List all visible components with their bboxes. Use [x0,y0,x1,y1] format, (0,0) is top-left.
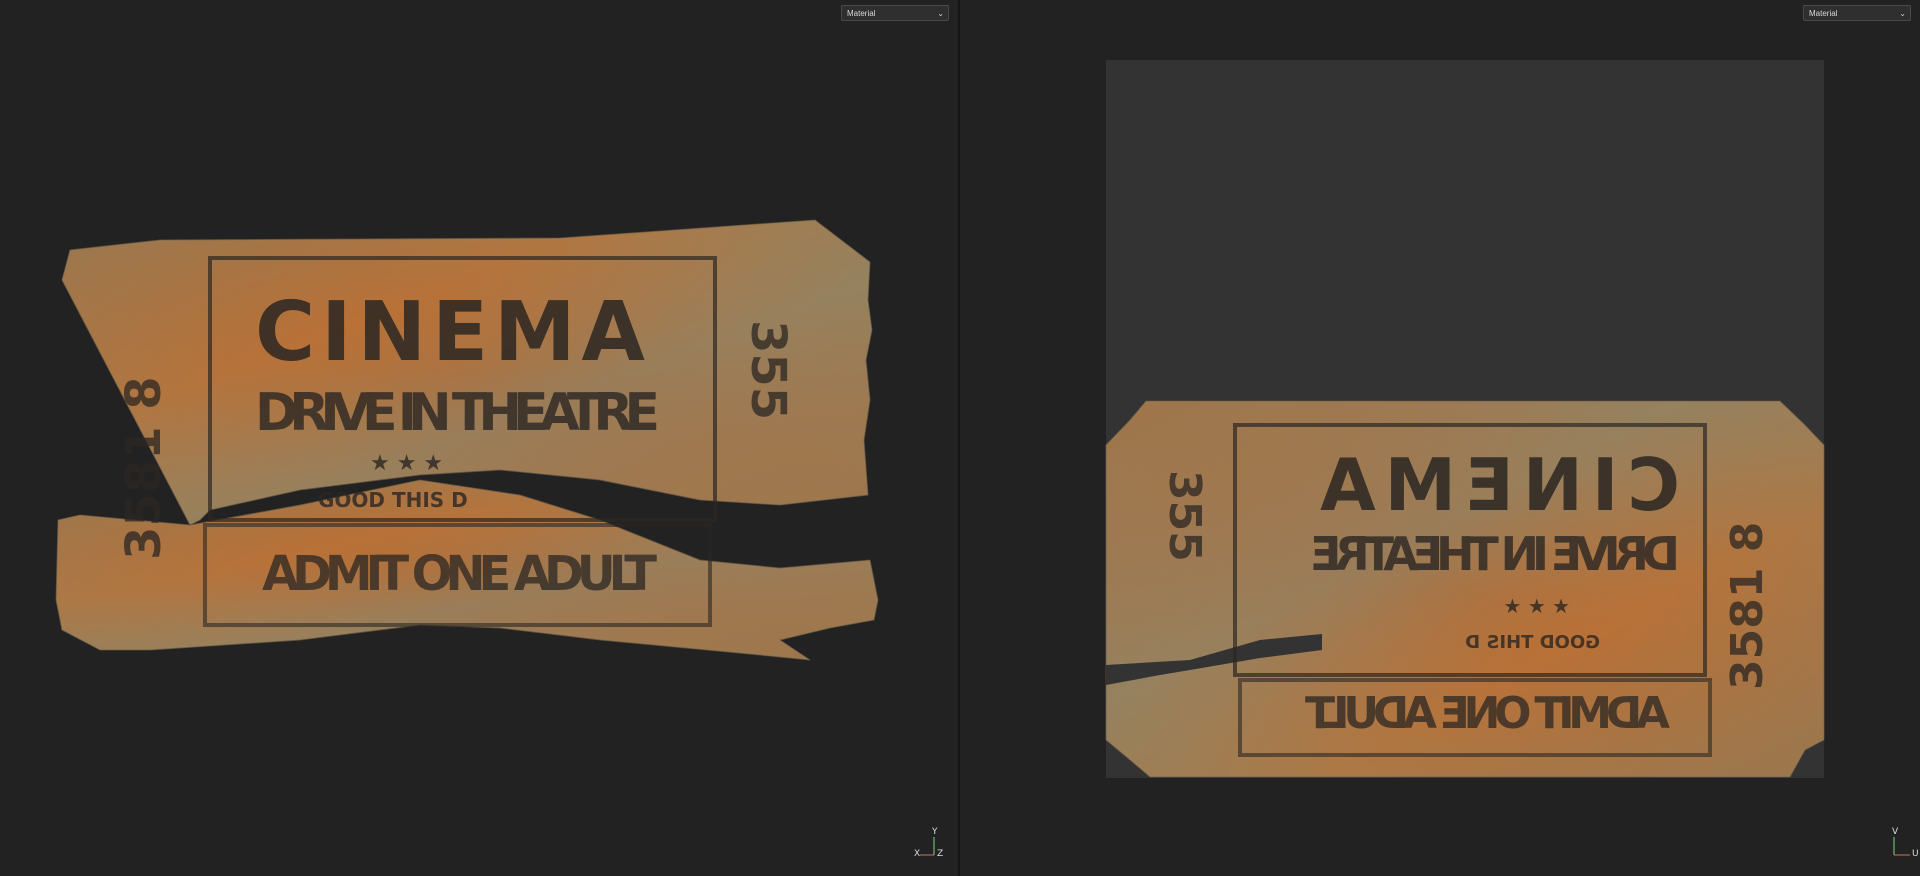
ticket-title: CINEMA [255,285,646,380]
uv-axis-v-label: V [1892,827,1899,837]
axis-gizmo: Y X Z [912,827,944,861]
ticket-good-text: GOOD THIS D [318,488,468,512]
uv-axis-gizmo: V U [1890,827,1920,861]
uv-ticket-good-text: GOOD THIS D [1465,632,1600,653]
viewport-3d[interactable]: Material ⌄ CINEMA DRIVE IN THEATRE ★ ★ ★… [0,0,958,876]
uv-ticket-admit-text: ADMIT ONE ADULT [1305,688,1670,739]
axis-x-label: X [914,849,921,859]
uv-ticket-stars: ★ ★ ★ [1503,594,1570,618]
uv-ticket-serial-left: 355 [1159,470,1210,562]
ticket-mesh-3d: CINEMA DRIVE IN THEATRE ★ ★ ★ GOOD THIS … [55,219,879,661]
uv-axis-u-label: U [1912,849,1919,859]
ticket-serial-right: 355 [740,320,796,420]
axis-z-label: Z [937,849,944,859]
viewport-uv[interactable]: Material ⌄ CINEMA DRIVE IN THEATRE ★ ★ ★ [960,0,1920,876]
ticket-stars: ★ ★ ★ [370,451,443,476]
ticket-admit-text: ADMIT ONE ADULT [262,546,657,602]
axis-y-label: Y [932,827,938,837]
ticket-uv-texture: CINEMA DRIVE IN THEATRE ★ ★ ★ GOOD THIS … [1105,400,1825,778]
ticket-subtitle: DRIVE IN THEATRE [255,383,660,443]
uv-ticket-subtitle: DRIVE IN THEATRE [1310,527,1680,581]
uv-ticket-serial-right: 3581 8 [1722,522,1773,690]
ticket-serial-left: 3581 8 [116,376,172,560]
